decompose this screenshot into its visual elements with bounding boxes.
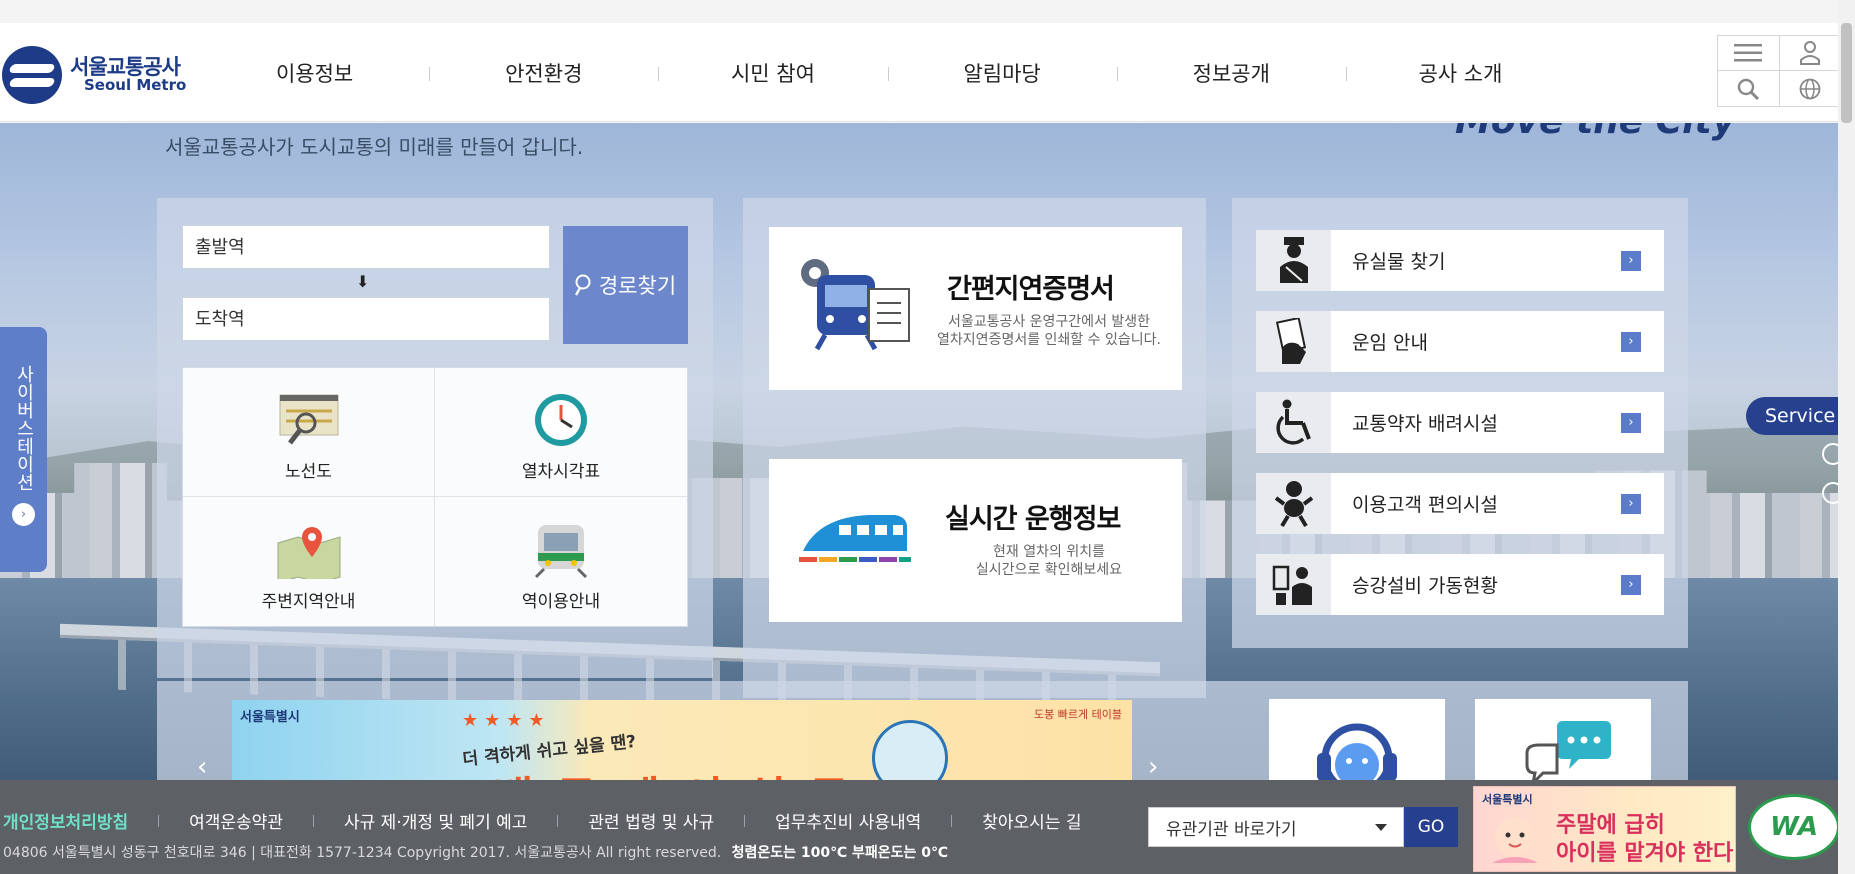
language-button[interactable] <box>1780 71 1842 106</box>
clock-icon <box>535 394 587 446</box>
web-accessibility-mark-icon[interactable]: WA <box>1748 794 1840 860</box>
quick-link-route-map[interactable]: 노선도 <box>183 368 435 497</box>
user-icon <box>1800 41 1821 65</box>
chevron-right-icon: › <box>12 503 35 526</box>
footer-links: 개인정보처리방침 여객운송약관 사규 제·개정 및 폐기 예고 관련 법령 및 … <box>3 808 1082 833</box>
headset-icon <box>1317 723 1397 781</box>
footer-link-regulation-notice[interactable]: 사규 제·개정 및 폐기 예고 <box>344 808 527 833</box>
magnifier-icon <box>574 274 591 296</box>
officer-icon <box>1279 236 1308 283</box>
page-scrollbar[interactable] <box>1838 0 1855 874</box>
site-footer: 개인정보처리방침 여객운송약관 사규 제·개정 및 폐기 예고 관련 법령 및 … <box>0 780 1855 874</box>
realtime-info-desc: 현재 열차의 위치를 실시간으로 확인해보세요 <box>975 544 1123 578</box>
menu-icon <box>1734 44 1763 62</box>
service-lost-found[interactable]: 유실물 찾기 › <box>1256 230 1664 291</box>
baby-icon <box>1274 480 1313 527</box>
carousel-next-button[interactable]: › <box>1148 752 1158 782</box>
quick-links-grid: 노선도 열차시각표 주변지역안내 역이용안내 <box>182 367 688 627</box>
search-icon <box>1738 78 1760 100</box>
site-header: 서울교통공사 Seoul Metro 이용정보 안전환경 시민 참여 알림마당 … <box>0 23 1855 122</box>
service-elevator-status[interactable]: 승강설비 가동현황 › <box>1256 554 1664 615</box>
quick-link-nearby-area[interactable]: 주변지역안내 <box>183 497 435 626</box>
chevron-right-icon: › <box>1621 493 1641 514</box>
realtime-info-title: 실시간 운행정보 <box>945 504 1121 535</box>
nav-item-safety[interactable]: 안전환경 <box>429 23 658 122</box>
chevron-right-icon: › <box>1621 250 1641 271</box>
main-navigation: 이용정보 안전환경 시민 참여 알림마당 정보공개 공사 소개 <box>200 23 1575 122</box>
hero-move-the-city-text: Move the City <box>1455 123 1735 142</box>
departure-station-input[interactable] <box>182 225 550 269</box>
footer-link-privacy[interactable]: 개인정보처리방침 <box>3 808 128 833</box>
chat-bubble-icon <box>1525 721 1611 781</box>
nav-item-participation[interactable]: 시민 참여 <box>658 23 887 122</box>
wheelchair-icon <box>1275 399 1311 445</box>
carousel-prev-button[interactable]: ‹ <box>197 752 207 782</box>
delay-certificate-card[interactable]: 간편지연증명서 서울교통공사 운영구간에서 발생한 열차지연증명서를 인쇄할 수… <box>769 227 1182 390</box>
arrival-station-input[interactable] <box>182 297 550 341</box>
elevator-user-icon <box>1272 565 1312 605</box>
bullet-train-icon <box>799 515 911 562</box>
delay-certificate-icon <box>801 259 910 351</box>
find-route-label: 경로찾기 <box>598 274 677 298</box>
site-logo[interactable]: 서울교통공사 Seoul Metro <box>2 45 192 105</box>
nav-item-disclosure[interactable]: 정보공개 <box>1116 23 1346 122</box>
login-button[interactable] <box>1779 36 1841 71</box>
find-route-button[interactable]: 경로찾기 <box>563 226 688 344</box>
route-map-icon <box>279 394 338 445</box>
related-sites-select[interactable]: 유관기관 바로가기 <box>1148 807 1404 847</box>
childcare-promo-banner[interactable]: 서울특별시 주말에 급히 아이를 맡겨야 한다면? <box>1473 786 1736 872</box>
banner-headline: "배·큐·데·서·싱·큐!" <box>467 762 901 780</box>
nav-item-notice[interactable]: 알림마당 <box>887 23 1117 122</box>
hero-slogan: 서울교통공사가 도시교통의 미래를 만들어 갑니다. <box>165 135 584 159</box>
footer-link-expenses[interactable]: 업무추진비 사용내역 <box>775 808 921 833</box>
seoul-metro-logo-icon <box>2 46 62 104</box>
footer-link-laws[interactable]: 관련 법령 및 사규 <box>588 808 714 833</box>
route-down-arrow-icon: ⬇ <box>356 272 370 291</box>
train-front-icon <box>534 525 588 579</box>
cyber-station-side-tab[interactable]: 사이버스테이션 › <box>0 327 47 572</box>
quick-link-timetable[interactable]: 열차시각표 <box>435 368 687 497</box>
ticket-hand-icon <box>1275 317 1306 364</box>
banner-seal-icon <box>872 720 948 780</box>
chevron-right-icon: › <box>1621 412 1641 433</box>
footer-address: 04806 서울특별시 성동구 천호대로 346 | 대표전화 1577-123… <box>3 845 948 861</box>
realtime-info-card[interactable]: 실시간 운행정보 현재 열차의 위치를 실시간으로 확인해보세요 <box>769 459 1182 622</box>
nav-item-about[interactable]: 공사 소개 <box>1345 23 1575 122</box>
customer-center-tile[interactable] <box>1269 699 1445 781</box>
service-fare-info[interactable]: 운임 안내 › <box>1256 311 1664 372</box>
page-scrollbar-thumb[interactable] <box>1841 23 1852 123</box>
chat-inquiry-tile[interactable] <box>1475 699 1651 781</box>
chevron-right-icon: › <box>1621 574 1641 595</box>
service-amenities[interactable]: 이용고객 편의시설 › <box>1256 473 1664 534</box>
cyber-station-label: 사이버스테이션 <box>13 365 35 491</box>
baby-illustration-icon <box>1492 817 1538 863</box>
logo-korean-text: 서울교통공사 <box>70 55 181 80</box>
quick-link-station-guide[interactable]: 역이용안내 <box>435 497 687 626</box>
banner-seoul-logo: 서울특별시 <box>240 710 300 725</box>
logo-english-text: Seoul Metro <box>84 76 187 95</box>
nav-item-usage-info[interactable]: 이용정보 <box>200 23 429 122</box>
chevron-right-icon: › <box>1621 331 1641 352</box>
delay-certificate-title: 간편지연증명서 <box>947 274 1115 305</box>
map-pin-icon <box>277 527 340 579</box>
banner-note: 도봉 빠르게 테이블 <box>1034 708 1122 721</box>
integrity-temperature: 청렴온도는 100℃ 부패온도는 0℃ <box>731 845 948 861</box>
footer-link-terms[interactable]: 여객운송약관 <box>189 808 283 833</box>
globe-icon <box>1799 78 1821 99</box>
banner-stars: ★★★★ <box>462 710 551 731</box>
search-button[interactable] <box>1718 71 1780 106</box>
browser-top-strip <box>0 0 1855 23</box>
utility-menu <box>1717 35 1842 107</box>
service-accessibility[interactable]: 교통약자 배려시설 › <box>1256 392 1664 453</box>
related-sites-go-button[interactable]: GO <box>1404 807 1458 847</box>
delay-certificate-desc: 서울교통공사 운영구간에서 발생한 열차지연증명서를 인쇄할 수 있습니다. <box>937 314 1161 348</box>
menu-button[interactable] <box>1718 36 1780 71</box>
promo-banner[interactable]: 서울특별시 ★★★★ 더 격하게 쉬고 싶을 땐? "배·큐·데·서·싱·큐!"… <box>232 700 1132 780</box>
footer-link-directions[interactable]: 찾아오시는 길 <box>982 808 1081 833</box>
